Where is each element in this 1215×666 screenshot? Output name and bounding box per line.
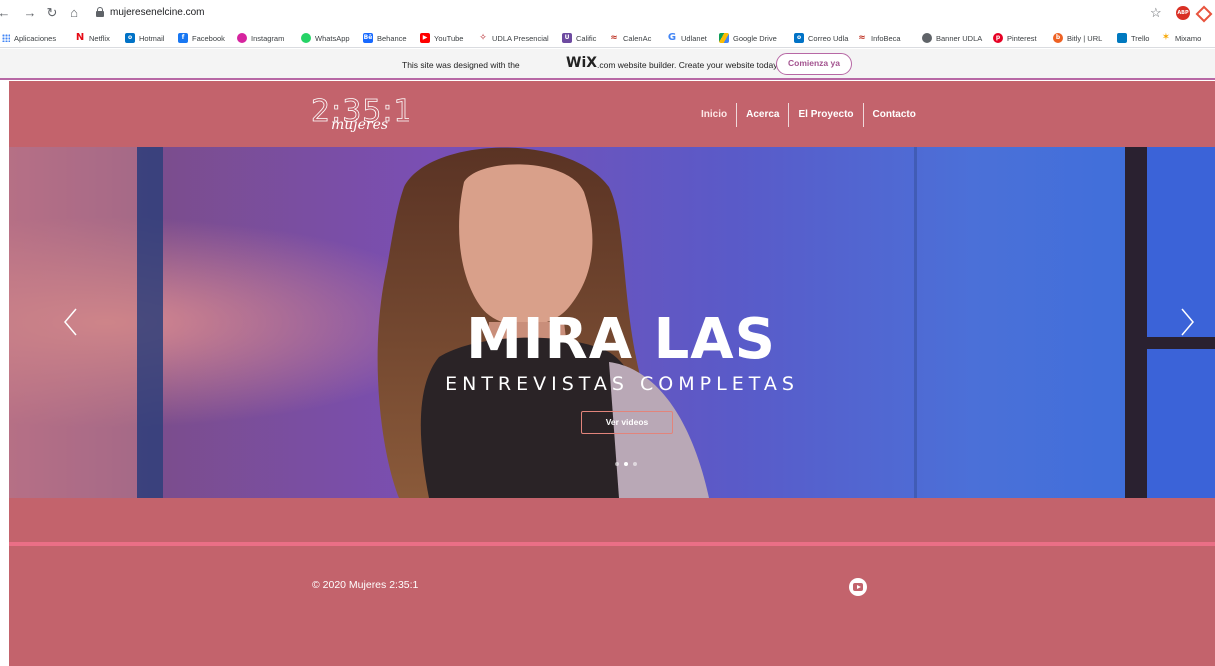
browser-toolbar: ← → ↻ ⌂ mujeresenelcine.com ☆ ABP <box>0 0 1215 27</box>
whatsapp-icon <box>301 33 311 43</box>
facebook-icon: f <box>178 33 188 43</box>
behance-icon: Bē <box>363 33 373 43</box>
instagram-icon <box>237 33 247 43</box>
trello-icon <box>1117 33 1127 43</box>
bookmark-udlanet[interactable]: G Udlanet <box>667 31 707 45</box>
bookmark-pinterest[interactable]: p Pinterest <box>993 31 1037 45</box>
bookmark-correo-udla[interactable]: o Correo Udla <box>794 31 848 45</box>
mixamo-icon: ✶ <box>1161 32 1171 43</box>
globe-icon <box>922 33 932 43</box>
forward-icon[interactable]: → <box>22 5 38 21</box>
udla-calendar-icon: ≈ <box>609 33 619 43</box>
extension-icon[interactable]: ABP <box>1176 6 1190 20</box>
google-icon: G <box>667 32 677 43</box>
bookmark-infobeca[interactable]: ≈ InfoBeca <box>857 31 901 45</box>
extension-diamond-icon[interactable] <box>1197 7 1207 17</box>
udla-icon: ✧ <box>478 33 488 43</box>
youtube-icon[interactable] <box>849 578 867 596</box>
home-icon[interactable]: ⌂ <box>66 5 82 21</box>
site-header: 2:35:1 mujeres Inicio Acerca El Proyecto… <box>9 81 1215 147</box>
bookmark-aplicaciones[interactable]: Aplicaciones <box>2 31 56 45</box>
bookmark-netflix[interactable]: N Netflix <box>75 31 110 45</box>
logo-script: mujeres <box>331 117 388 133</box>
slide-subtitle: ENTREVISTAS COMPLETAS <box>445 373 799 395</box>
slide-dot-1[interactable] <box>615 462 619 466</box>
copyright-text: © 2020 Mujeres 2:35:1 <box>312 579 419 591</box>
bookmark-hotmail[interactable]: o Hotmail <box>125 31 164 45</box>
pinterest-icon: p <box>993 33 1003 43</box>
bookmarks-bar: Aplicaciones N Netflix o Hotmail f Facebook… <box>0 27 1215 48</box>
bookmark-instagram[interactable]: Instagram <box>237 31 284 45</box>
wix-logo: WiX <box>566 55 598 71</box>
slide-indicators <box>615 462 637 466</box>
bookmark-youtube[interactable]: ▶ YouTube <box>420 31 463 45</box>
bookmark-udla-presencial[interactable]: ✧ UDLA Presencial <box>478 31 549 45</box>
netflix-icon: N <box>75 32 85 43</box>
bookmark-calenac[interactable]: ≈ CalenAc <box>609 31 651 45</box>
bookmark-trello[interactable]: Trello <box>1117 31 1149 45</box>
bookmark-google-drive[interactable]: Google Drive <box>719 31 777 45</box>
slide-dot-3[interactable] <box>633 462 637 466</box>
wix-banner-text: This site was designed with the <box>402 60 520 70</box>
bitly-icon: b <box>1053 33 1063 43</box>
site-logo[interactable]: 2:35:1 mujeres <box>309 89 413 141</box>
address-bar[interactable]: mujeresenelcine.com <box>110 6 205 20</box>
bookmark-star-icon[interactable]: ☆ <box>1150 5 1162 21</box>
main-menu: Inicio Acerca El Proyecto Contacto <box>692 103 925 127</box>
bookmark-behance[interactable]: Bē Behance <box>363 31 407 45</box>
google-drive-icon <box>719 33 729 43</box>
bookmark-whatsapp[interactable]: WhatsApp <box>301 31 350 45</box>
bookmark-mixamo[interactable]: ✶ Mixamo <box>1161 31 1201 45</box>
menu-item-el-proyecto[interactable]: El Proyecto <box>788 103 862 127</box>
ver-videos-button[interactable]: Ver videos <box>581 411 673 434</box>
bookmark-bitly[interactable]: b Bitly | URL <box>1053 31 1102 45</box>
youtube-icon: ▶ <box>420 33 430 43</box>
lock-icon[interactable] <box>96 7 104 17</box>
wix-banner-text-end: .com website builder. Create your websit… <box>597 60 780 70</box>
menu-item-inicio[interactable]: Inicio <box>692 103 736 127</box>
slide-title: MIRA LAS <box>466 307 776 372</box>
slide-dot-2[interactable] <box>624 462 628 466</box>
bookmark-calific[interactable]: U Calific <box>562 31 596 45</box>
reload-icon[interactable]: ↻ <box>44 5 60 21</box>
bookmark-facebook[interactable]: f Facebook <box>178 31 225 45</box>
hero-slideshow[interactable]: MIRA LAS ENTREVISTAS COMPLETAS Ver video… <box>9 147 1215 498</box>
website: 2:35:1 mujeres Inicio Acerca El Proyecto… <box>9 81 1215 666</box>
menu-item-contacto[interactable]: Contacto <box>862 103 925 127</box>
calific-icon: U <box>562 33 572 43</box>
bookmark-banner-udla[interactable]: Banner UDLA <box>922 31 982 45</box>
udla-icon: ≈ <box>857 33 867 43</box>
apps-grid-icon <box>2 34 10 42</box>
wix-ad-banner: This site was designed with the WiX .com… <box>0 49 1215 80</box>
outlook-icon: o <box>125 33 135 43</box>
menu-item-acerca[interactable]: Acerca <box>736 103 788 127</box>
footer-divider <box>9 542 1215 546</box>
back-icon[interactable]: ← <box>0 5 12 21</box>
comienza-ya-button[interactable]: Comienza ya <box>776 53 852 75</box>
outlook-icon: o <box>794 33 804 43</box>
